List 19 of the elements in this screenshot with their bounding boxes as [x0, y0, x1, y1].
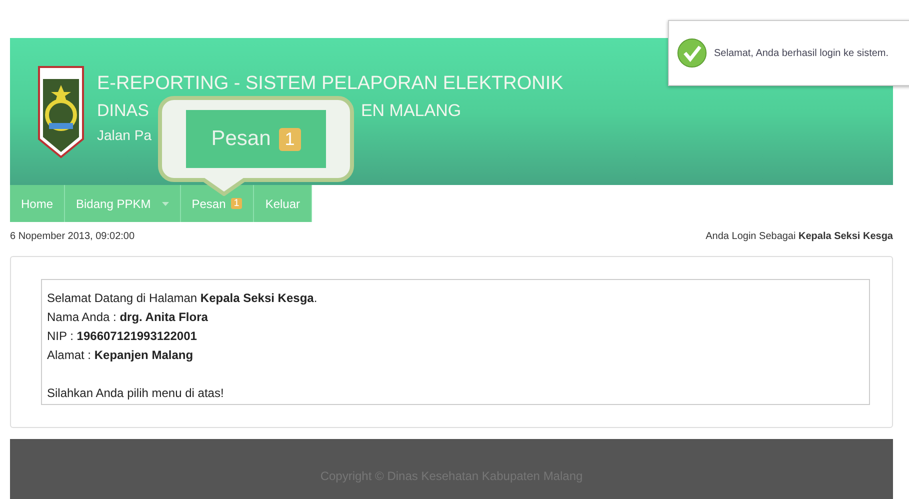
- header-subtitle: EN MALANG: [360, 100, 462, 122]
- login-info: Anda Login Sebagai Kepala Seksi Kesga: [706, 231, 893, 244]
- welcome-text: Alamat : Kepanjen Malang: [47, 347, 194, 364]
- nav-item[interactable]: Home: [10, 185, 66, 222]
- header-address: Jalan Pa: [97, 126, 152, 144]
- welcome-text: Selamat Datang di Halaman Kepala Seksi Kesga.: [47, 290, 318, 307]
- check-icon: [677, 38, 707, 68]
- instruction-text: Silahkan Anda pilih menu di atas!: [47, 385, 225, 402]
- toast-message: Selamat, Anda berhasil login ke sistem.: [714, 48, 889, 58]
- welcome-text: NIP : 196607121993122001: [47, 328, 198, 345]
- welcome-text: Nama Anda : drg. Anita Flora: [47, 309, 209, 326]
- header-title: E-REPORTING - SISTEM PELAPORAN ELEKTRONIK: [97, 72, 564, 96]
- date-time: 6 Nopember 2013, 09:02:00: [10, 231, 135, 244]
- nav-item[interactable]: Keluar: [254, 185, 312, 222]
- count-badge: 1: [230, 198, 242, 209]
- nav-item[interactable]: Bidang PPKM: [65, 185, 181, 222]
- nav-item[interactable]: Pesan 1: [180, 185, 254, 222]
- header-subtitle: DINAS: [97, 100, 149, 122]
- count-badge: 1: [278, 128, 301, 150]
